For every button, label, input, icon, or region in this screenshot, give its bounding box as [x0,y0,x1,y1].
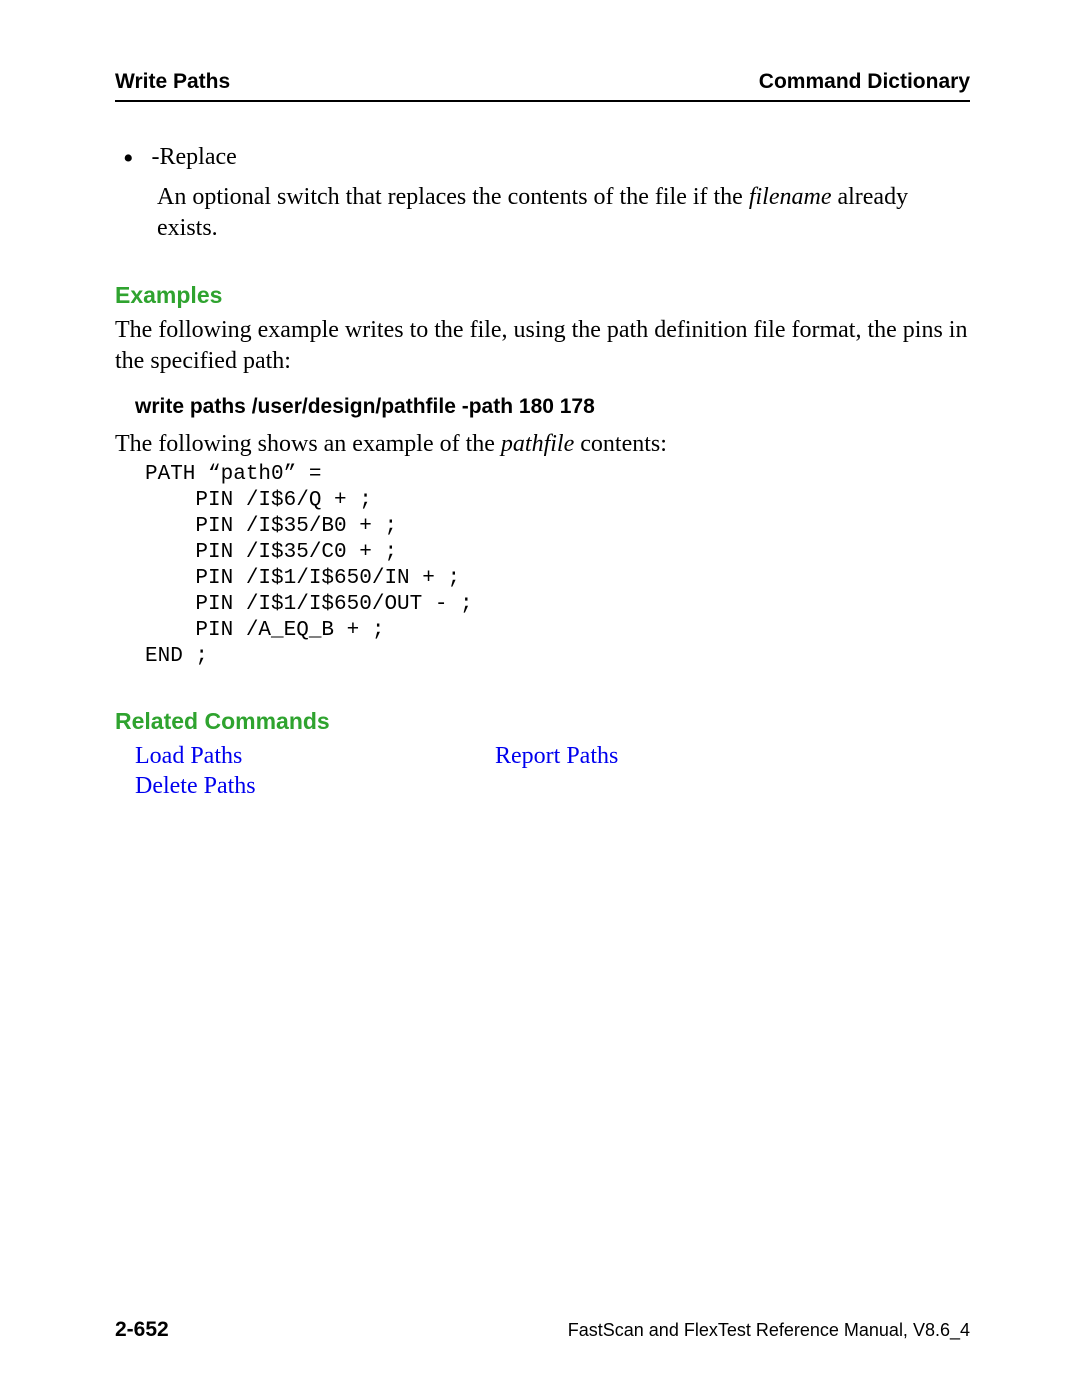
example-para: The following shows an example of the pa… [115,429,970,460]
bullet-label: -Replace [152,142,237,172]
link-report-paths[interactable]: Report Paths [495,743,618,769]
related-row-1: Load Paths Report Paths [135,741,970,771]
code-block: PATH “path0” = PIN /I$6/Q + ; PIN /I$35/… [145,462,970,670]
link-delete-paths[interactable]: Delete Paths [135,773,256,799]
related-commands-list: Load Paths Report Paths Delete Paths [135,741,970,801]
example-para-italic: pathfile [501,431,574,457]
header-right: Command Dictionary [759,70,970,94]
link-load-paths[interactable]: Load Paths [135,743,242,769]
example-para-after: contents: [574,431,667,457]
bullet-dot-icon: • [123,148,134,170]
examples-intro: The following example writes to the file… [115,315,970,377]
examples-heading: Examples [115,282,970,309]
bullet-desc-text-before: An optional switch that replaces the con… [157,184,749,210]
related-row-2: Delete Paths [135,771,970,801]
page-header: Write Paths Command Dictionary [115,70,970,102]
page-content: • -Replace An optional switch that repla… [115,102,970,801]
page-container: Write Paths Command Dictionary • -Replac… [0,0,1080,1397]
bullet-description: An optional switch that replaces the con… [157,182,970,244]
example-command: write paths /user/design/pathfile -path … [135,395,970,419]
footer-page-number: 2-652 [115,1318,169,1342]
header-left: Write Paths [115,70,230,94]
related-commands-heading: Related Commands [115,708,970,735]
footer-manual-title: FastScan and FlexTest Reference Manual, … [568,1320,970,1341]
page-footer: 2-652 FastScan and FlexTest Reference Ma… [115,1318,970,1342]
example-para-before: The following shows an example of the [115,431,501,457]
bullet-desc-italic: filename [749,184,832,210]
bullet-item: • -Replace [123,142,970,172]
